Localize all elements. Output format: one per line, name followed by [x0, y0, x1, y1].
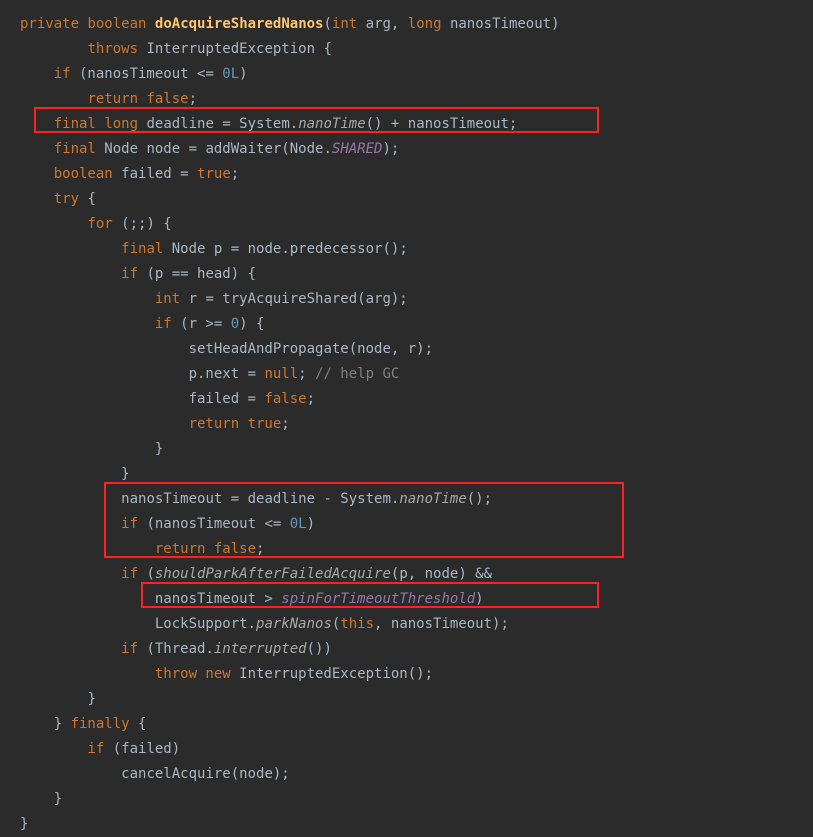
- code-block: private boolean doAcquireSharedNanos(int…: [0, 0, 813, 837]
